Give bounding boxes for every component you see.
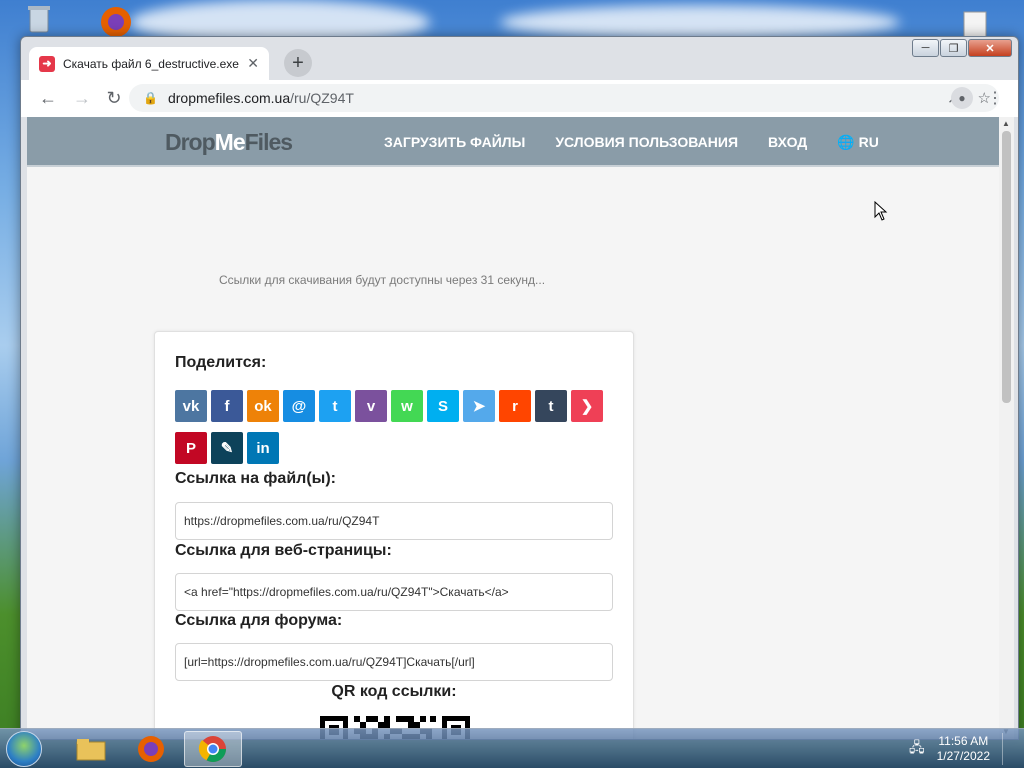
share-telegram-button[interactable]: ➤ [463,390,495,422]
share-heading: Поделится: [175,354,267,371]
close-tab-icon[interactable]: ✕ [247,55,259,72]
share-livejournal-button[interactable]: ✎ [211,432,243,464]
site-logo[interactable]: DropMeFiles [165,129,293,156]
system-tray: 🖧 11:56 AM 1/27/2022 [909,733,1016,765]
show-desktop-button[interactable] [1002,733,1016,765]
share-facebook-button[interactable]: f [211,390,243,422]
moimir-icon: @ [291,397,307,415]
chrome-taskbar-icon[interactable] [184,731,242,767]
nav-upload-link[interactable]: ЗАГРУЗИТЬ ФАЙЛЫ [384,134,525,151]
clock-time: 11:56 AM [938,734,989,748]
share-buttons-row: P ✎ in [175,432,279,464]
share-card: Поделится: vk f ok @ t v w S ➤ r t ❯ P ✎ in Ссылка на… [154,331,634,739]
forward-button[interactable]: → [67,83,97,113]
facebook-icon: f [224,397,230,415]
share-skype-button[interactable]: S [427,390,459,422]
pinterest-icon: P [185,439,196,457]
nav-language-selector[interactable]: 🌐 RU [837,134,879,151]
wallpaper-cloud [500,5,900,40]
site-nav: ЗАГРУЗИТЬ ФАЙЛЫ УСЛОВИЯ ПОЛЬЗОВАНИЯ ВХОД… [384,134,879,151]
chrome-window: ─ ❐ ✕ ➜ Скачать файл 6_destructive.exe ✕… [20,36,1019,740]
menu-kebab-icon[interactable]: ⋮ [987,88,1003,108]
dropmefiles-favicon-icon: ➜ [39,55,55,72]
back-button[interactable]: ← [33,83,63,113]
browser-toolbar: ← → ↻ 🔒 dropmefiles.com.ua/ru/QZ94T ↗ ☆ … [21,80,1018,117]
telegram-icon: ➤ [472,398,486,415]
qr-label: QR код ссылки: [331,683,457,700]
scrollbar-thumb[interactable] [1002,131,1011,403]
twitter-icon: t [332,397,338,415]
odnoklassniki-icon: ok [254,397,272,415]
start-button[interactable] [6,731,42,767]
livejournal-icon: ✎ [220,440,234,457]
logo-drop: Drop [165,129,216,155]
logo-me: Me [214,129,246,155]
url-path: /ru/QZ94T [290,90,354,106]
reload-button[interactable]: ↻ [99,83,129,113]
page-scrollbar[interactable]: ▲ ▼ [999,117,1014,739]
share-whatsapp-button[interactable]: w [391,390,423,422]
forum-link-field[interactable]: [url=https://dropmefiles.com.ua/ru/QZ94T… [175,643,613,681]
browser-tab[interactable]: ➜ Скачать файл 6_destructive.exe ✕ [29,47,269,80]
vk-icon: vk [182,397,200,415]
new-tab-button[interactable]: + [284,49,312,77]
network-icon[interactable]: 🖧 [909,737,925,761]
whatsapp-icon: w [401,397,413,415]
share-twitter-button[interactable]: t [319,390,351,422]
skype-icon: S [437,397,448,415]
share-vk-button[interactable]: vk [175,390,207,422]
address-bar[interactable]: 🔒 dropmefiles.com.ua/ru/QZ94T ↗ ☆ [129,84,999,112]
share-tumblr-button[interactable]: t [535,390,567,422]
clock[interactable]: 11:56 AM 1/27/2022 [937,734,990,764]
close-window-button[interactable]: ✕ [968,39,1012,57]
language-label: RU [858,134,879,150]
share-odnoklassniki-button[interactable]: ok [247,390,279,422]
taskbar: 🖧 11:56 AM 1/27/2022 [0,728,1024,768]
firefox-taskbar-icon[interactable] [122,731,180,767]
minimize-button[interactable]: ─ [912,39,939,57]
share-linkedin-button[interactable]: in [247,432,279,464]
window-controls: ─ ❐ ✕ [912,39,1012,57]
url-host: dropmefiles.com.ua [167,90,291,106]
web-link-label: Ссылка для веб-страницы: [175,542,392,559]
recycle-bin-icon[interactable] [22,4,56,39]
share-reddit-button[interactable]: r [499,390,531,422]
site-header: DropMeFiles ЗАГРУЗИТЬ ФАЙЛЫ УСЛОВИЯ ПОЛЬ… [27,117,999,167]
share-moimir-button[interactable]: @ [283,390,315,422]
tab-title: Скачать файл 6_destructive.exe [63,56,239,71]
file-link-field[interactable]: https://dropmefiles.com.ua/ru/QZ94T [175,502,613,540]
web-link-field[interactable]: <a href="https://dropmefiles.com.ua/ru/Q… [175,573,613,611]
nav-login-link[interactable]: ВХОД [768,134,807,151]
share-viber-button[interactable]: v [355,390,387,422]
scroll-up-arrow-icon[interactable]: ▲ [1002,119,1010,128]
restore-button[interactable]: ❐ [940,39,967,57]
explorer-taskbar-icon[interactable] [62,731,120,767]
lock-icon[interactable]: 🔒 [143,91,158,105]
nav-terms-link[interactable]: УСЛОВИЯ ПОЛЬЗОВАНИЯ [555,134,738,151]
countdown-text: Ссылки для скачивания будут доступны чер… [219,273,546,287]
linkedin-icon: in [256,439,270,457]
globe-icon: 🌐 [837,134,855,150]
share-pocket-button[interactable]: ❯ [571,390,603,422]
share-pinterest-button[interactable]: P [175,432,207,464]
profile-avatar-icon[interactable]: ● [951,87,973,109]
tumblr-icon: t [548,397,554,415]
pocket-icon: ❯ [580,398,594,415]
page-viewport: DropMeFiles ЗАГРУЗИТЬ ФАЙЛЫ УСЛОВИЯ ПОЛЬ… [27,117,999,739]
file-link-label: Ссылка на файл(ы): [175,470,336,487]
clock-date: 1/27/2022 [936,749,990,763]
reddit-icon: r [512,397,518,415]
forum-link-label: Ссылка для форума: [175,612,343,629]
logo-files: Files [244,129,293,155]
viber-icon: v [366,397,376,415]
share-buttons-row: vk f ok @ t v w S ➤ r t ❯ [175,390,603,422]
mouse-cursor-icon [874,201,888,221]
